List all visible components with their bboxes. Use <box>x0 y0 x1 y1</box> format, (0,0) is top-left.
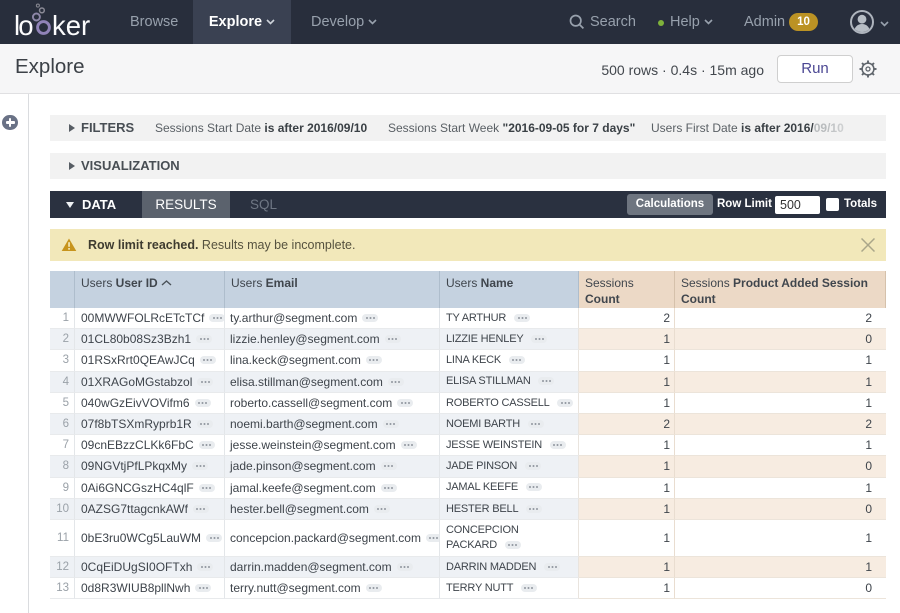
svg-text:o: o <box>18 10 33 41</box>
svg-text:ker: ker <box>52 10 90 41</box>
